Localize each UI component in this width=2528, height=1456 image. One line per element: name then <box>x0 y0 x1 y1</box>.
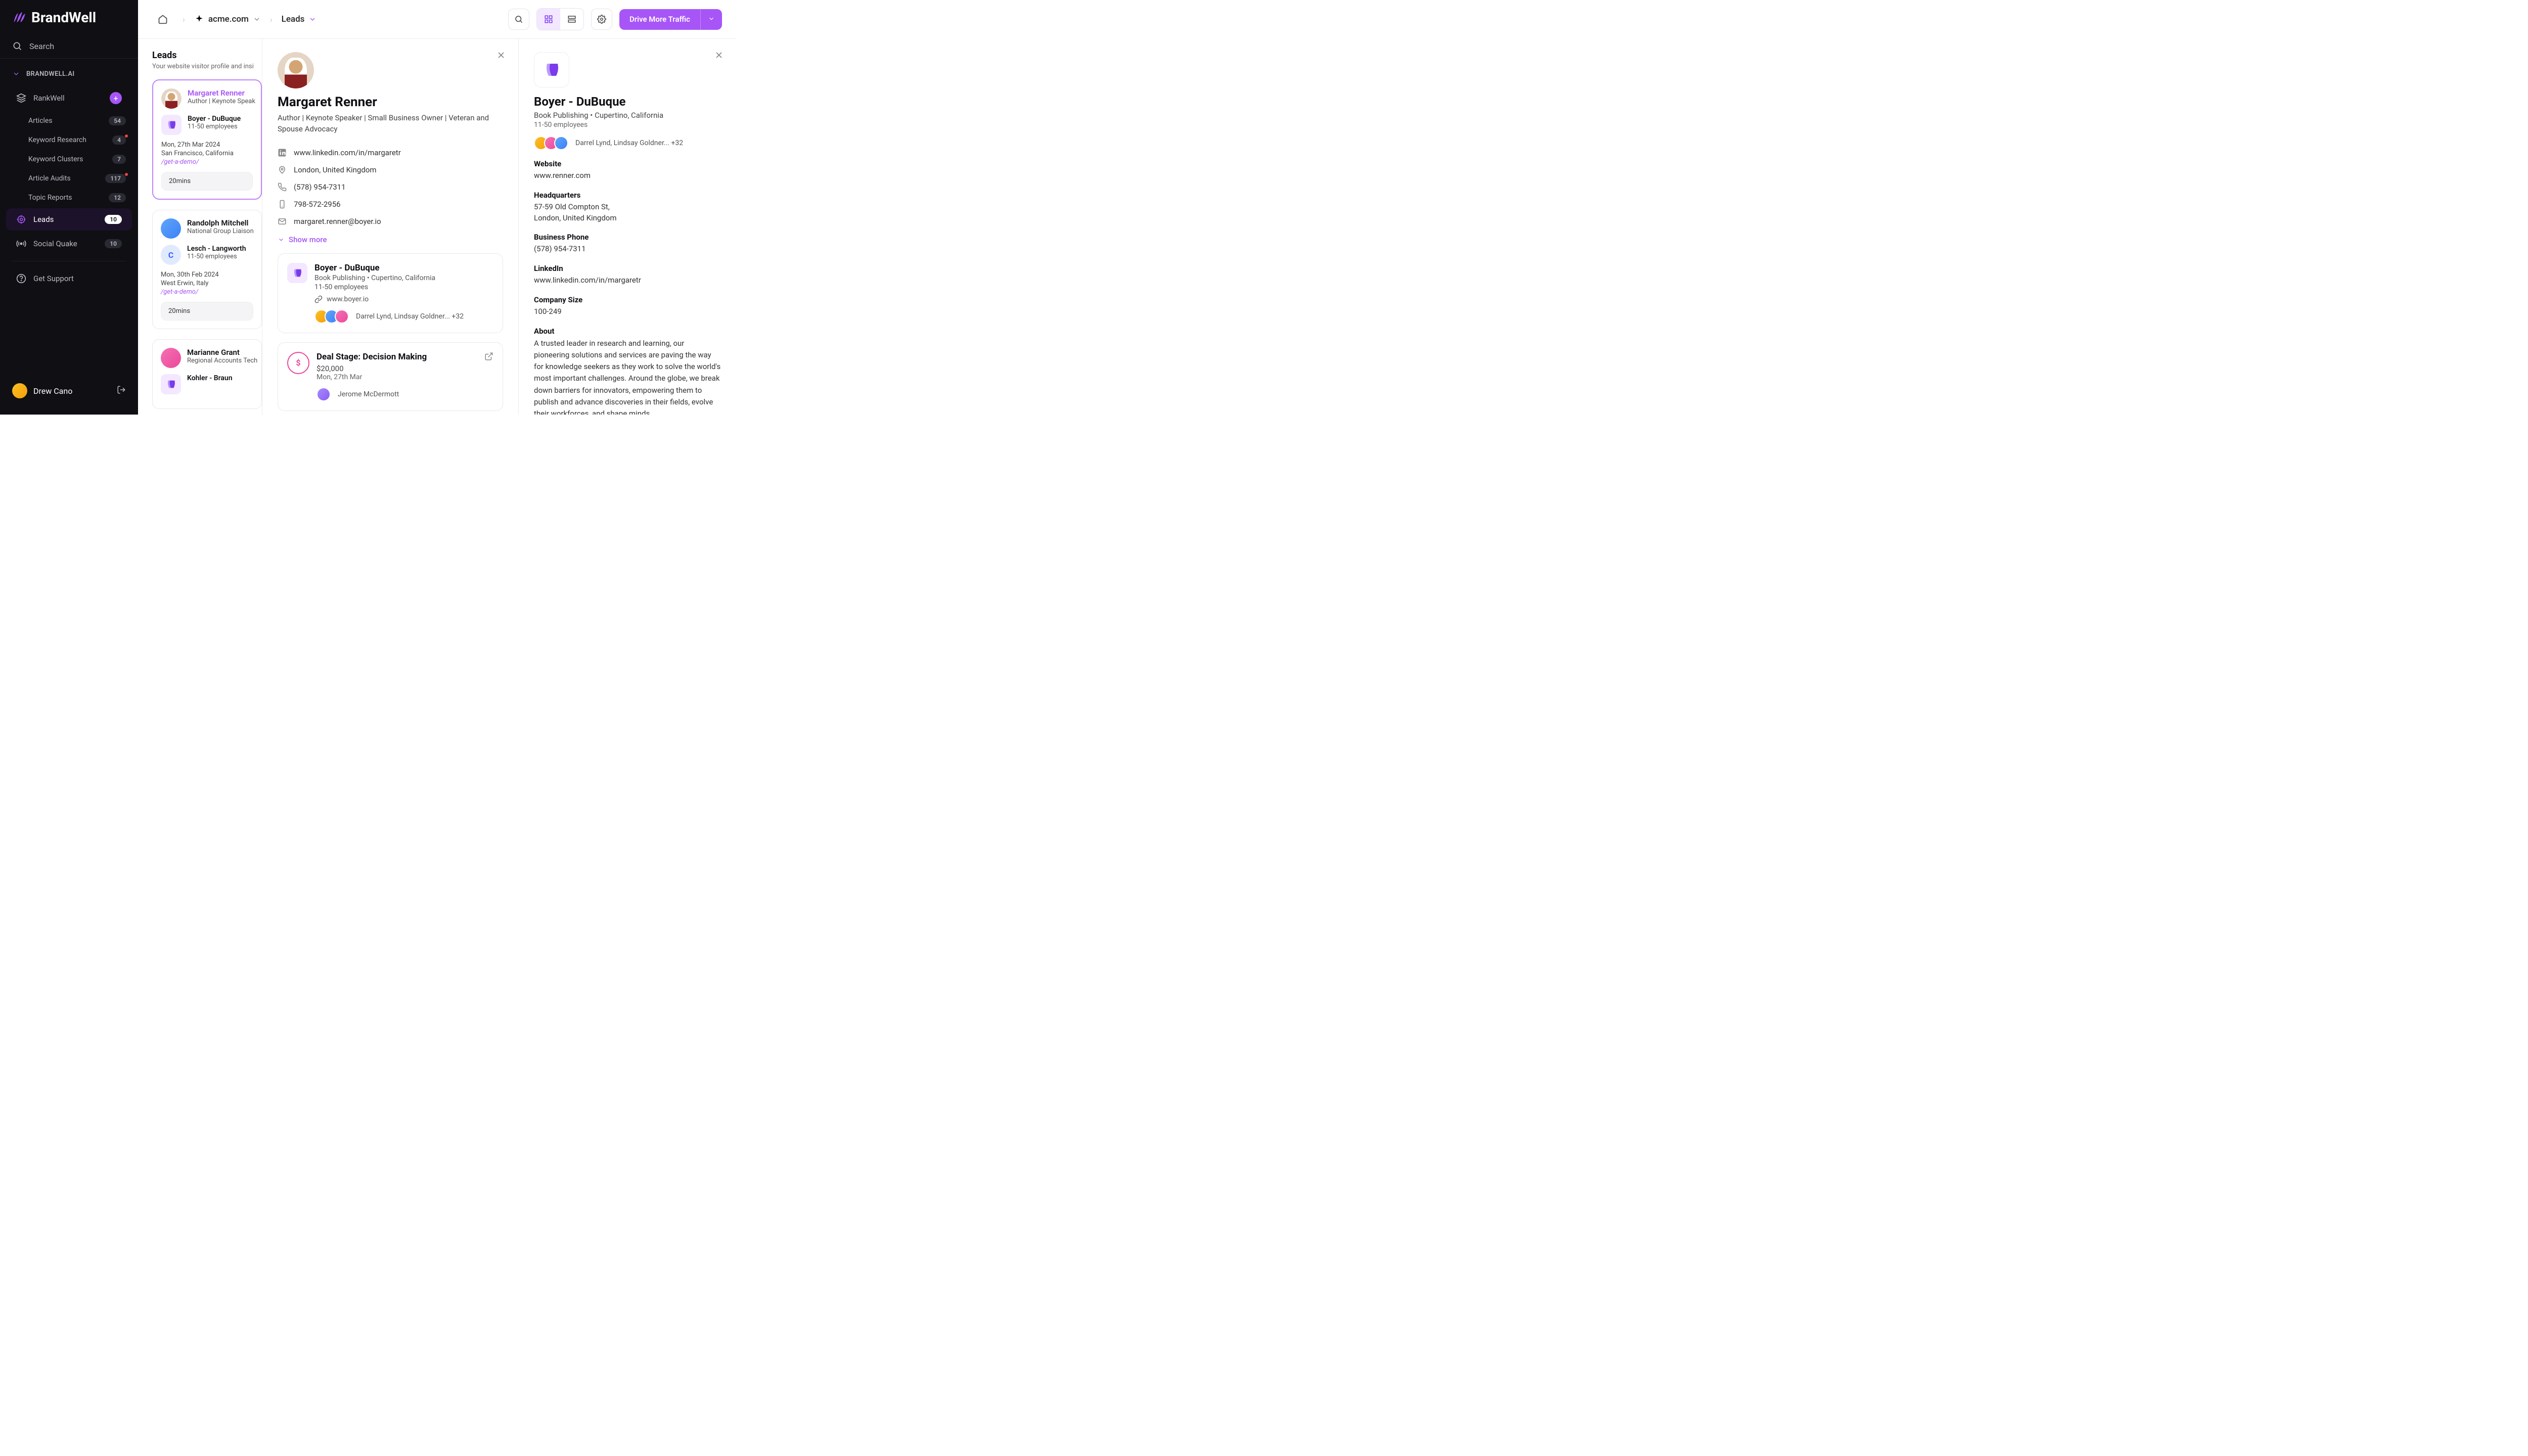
layers-icon <box>16 93 26 103</box>
search-icon <box>12 41 22 51</box>
lead-card[interactable]: Margaret RennerAuthor | Keynote Speak Bo… <box>152 79 262 200</box>
person-phone: (578) 954-7311 <box>278 178 503 196</box>
leads-subtitle: Your website visitor profile and insi <box>152 63 262 70</box>
radio-icon <box>16 239 26 249</box>
sidebar-sub-item[interactable]: Keyword Research4 <box>0 130 138 150</box>
brand-logo-icon <box>12 11 26 25</box>
search-button[interactable] <box>508 9 529 30</box>
company-logo-icon <box>287 263 307 283</box>
phone-icon <box>278 183 287 192</box>
brand-logo: BrandWell <box>0 9 138 34</box>
company-column: Boyer - DuBuque Book Publishing • Cupert… <box>519 39 736 415</box>
close-button[interactable] <box>714 50 724 62</box>
person-name: Margaret Renner <box>278 95 503 110</box>
cta-dropdown[interactable] <box>700 9 722 30</box>
leads-column: Leads Your website visitor profile and i… <box>138 39 262 415</box>
person-email: margaret.renner@boyer.io <box>278 213 503 230</box>
nav-social-quake[interactable]: Social Quake 10 <box>6 233 132 255</box>
workspace-header[interactable]: BRANDWELL.AI <box>0 63 138 85</box>
user-avatar <box>12 383 27 398</box>
sparkle-icon <box>194 14 204 24</box>
person-mobile: 798-572-2956 <box>278 196 503 213</box>
add-button[interactable]: + <box>110 92 122 104</box>
close-button[interactable] <box>496 50 506 62</box>
user-menu[interactable]: Drew Cano <box>0 376 138 405</box>
main: › acme.com › Leads Drive More Traffic <box>138 0 736 415</box>
breadcrumb-sep: › <box>183 15 185 24</box>
topbar: › acme.com › Leads Drive More Traffic <box>138 0 736 39</box>
link-icon <box>314 295 323 303</box>
breadcrumb-page[interactable]: Leads <box>282 14 317 24</box>
external-link-icon[interactable] <box>484 352 493 363</box>
people-avatars: Darrel Lynd, Lindsay Goldner... +32 <box>314 309 464 324</box>
breadcrumb-site[interactable]: acme.com <box>194 14 261 24</box>
settings-button[interactable] <box>591 9 612 30</box>
person-location: London, United Kingdom <box>278 161 503 178</box>
person-column: Margaret Renner Author | Keynote Speaker… <box>262 39 519 415</box>
sidebar-sub-item[interactable]: Articles54 <box>0 111 138 130</box>
company-name: Boyer - DuBuque <box>534 95 721 109</box>
cta-button[interactable]: Drive More Traffic <box>619 9 722 30</box>
list-view-button[interactable] <box>560 9 583 30</box>
search-input[interactable]: Search <box>0 34 138 59</box>
grid-view-button[interactable] <box>537 9 560 30</box>
lead-card[interactable]: Randolph MitchellNational Group Liaison … <box>152 210 262 329</box>
chevron-down-icon <box>278 236 285 243</box>
nav-leads[interactable]: Leads 10 <box>6 208 132 231</box>
help-icon <box>16 274 26 284</box>
chevron-down-icon <box>12 70 20 78</box>
target-icon <box>16 214 26 224</box>
nav-rankwell[interactable]: RankWell + <box>6 86 132 110</box>
sidebar-sub-item[interactable]: Topic Reports12 <box>0 188 138 207</box>
view-toggle <box>536 8 584 30</box>
sidebar-sub-item[interactable]: Keyword Clusters7 <box>0 150 138 169</box>
sidebar-sub-item[interactable]: Article Audits117 <box>0 169 138 188</box>
deal-panel[interactable]: $ Deal Stage: Decision Making $20,000 Mo… <box>278 342 503 411</box>
sign-out-icon[interactable] <box>117 385 126 396</box>
company-logo-icon <box>534 52 569 87</box>
lead-card[interactable]: Marianne GrantRegional Accounts Tech Koh… <box>152 339 262 409</box>
linkedin-icon <box>278 148 287 157</box>
mobile-icon <box>278 200 287 209</box>
mail-icon <box>278 217 287 226</box>
person-title: Author | Keynote Speaker | Small Busines… <box>278 113 503 135</box>
chevron-down-icon <box>308 15 317 23</box>
leads-title: Leads <box>152 50 262 61</box>
location-icon <box>278 165 287 174</box>
person-avatar <box>278 52 314 88</box>
show-more-button[interactable]: Show more <box>278 235 503 244</box>
person-linkedin[interactable]: www.linkedin.com/in/margaretr <box>278 144 503 161</box>
nav-support[interactable]: Get Support <box>6 267 132 290</box>
dollar-icon: $ <box>287 352 309 374</box>
company-url[interactable]: www.boyer.io <box>314 295 464 303</box>
sidebar: BrandWell Search BRANDWELL.AI RankWell +… <box>0 0 138 415</box>
chevron-down-icon <box>253 15 261 23</box>
home-button[interactable] <box>152 9 173 30</box>
company-panel[interactable]: Boyer - DuBuque Book Publishing • Cupert… <box>278 253 503 333</box>
